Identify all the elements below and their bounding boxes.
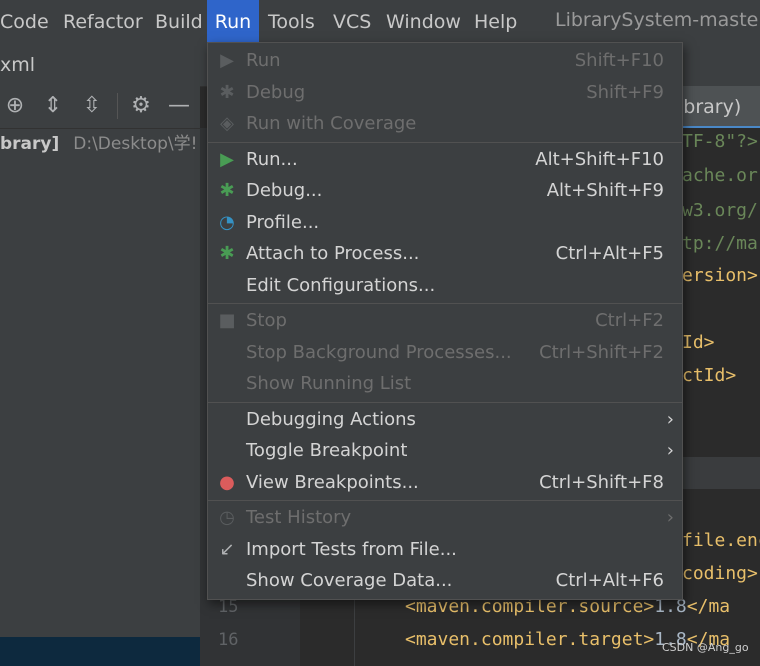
menu-item-shortcut: Ctrl+Alt+F5 bbox=[555, 243, 664, 264]
history-icon: ◷ bbox=[219, 507, 235, 528]
menu-separator bbox=[208, 141, 682, 143]
code-line[interactable]: TF-8"?> bbox=[682, 126, 758, 158]
menu-item-debug[interactable]: ✱ Debug... Alt+Shift+F9 bbox=[208, 175, 682, 207]
project-path: D:\Desktop\学! bbox=[73, 134, 198, 154]
run-icon: ▶ bbox=[220, 50, 234, 71]
menu-item-debugging-actions[interactable]: Debugging Actions › bbox=[208, 404, 682, 436]
menu-item-toggle-breakpoint[interactable]: Toggle Breakpoint › bbox=[208, 435, 682, 467]
line-number-16: 16 bbox=[218, 630, 239, 650]
menu-item-shortcut: Shift+F10 bbox=[574, 50, 664, 71]
code-line[interactable]: ersion> bbox=[682, 260, 758, 292]
menu-item-run[interactable]: ▶ Run... Alt+Shift+F10 bbox=[208, 144, 682, 176]
menu-item-debug: ✱ Debug Shift+F9 bbox=[208, 77, 682, 109]
menu-window[interactable]: Window bbox=[386, 0, 461, 44]
menu-help[interactable]: Help bbox=[474, 0, 517, 44]
menu-item-label: Import Tests from File... bbox=[246, 538, 457, 560]
menu-item-label: Attach to Process... bbox=[246, 243, 420, 264]
run-icon: ▶ bbox=[220, 148, 234, 170]
menu-item-label: Toggle Breakpoint bbox=[246, 440, 408, 461]
menu-separator bbox=[208, 303, 682, 304]
menu-item-label: Test History bbox=[246, 507, 352, 528]
locate-icon[interactable]: ⊕ bbox=[2, 93, 28, 119]
code-line[interactable]: coding> bbox=[682, 558, 758, 590]
chevron-right-icon: › bbox=[666, 507, 674, 528]
code-line[interactable]: file.enc bbox=[682, 525, 760, 557]
menu-item-import-tests-from-file[interactable]: ↙ Import Tests from File... bbox=[208, 534, 682, 566]
menu-build[interactable]: Build bbox=[155, 0, 203, 44]
profile-icon: ◔ bbox=[219, 211, 235, 233]
status-panel bbox=[0, 637, 200, 666]
menu-item-label: Show Running List bbox=[246, 373, 412, 394]
menu-item-label: Stop Background Processes... bbox=[246, 341, 512, 363]
menu-item-show-coverage-data[interactable]: Show Coverage Data... Ctrl+Alt+F6 bbox=[208, 565, 682, 597]
menu-tools[interactable]: Tools bbox=[268, 0, 315, 44]
menu-item-shortcut: Ctrl+Shift+F8 bbox=[539, 471, 664, 493]
menu-run[interactable]: Run bbox=[207, 0, 259, 44]
debug-icon: ✱ bbox=[219, 81, 235, 103]
watermark: CSDN @Ang_go bbox=[662, 641, 749, 654]
project-file-tab[interactable]: xml bbox=[0, 44, 35, 86]
menu-item-shortcut: Alt+Shift+F10 bbox=[535, 148, 664, 170]
menu-item-label: View Breakpoints... bbox=[246, 471, 419, 493]
menu-item-edit-configurations[interactable]: Edit Configurations... bbox=[208, 270, 682, 302]
line-number-15: 15 bbox=[218, 597, 239, 617]
collapse-all-icon[interactable]: ⇳ bbox=[79, 93, 105, 119]
menu-item-run: ▶ Run Shift+F10 bbox=[208, 45, 682, 77]
menu-item-label: Run with Coverage bbox=[246, 113, 417, 134]
menu-refactor[interactable]: Refactor bbox=[63, 0, 143, 44]
menu-vcs[interactable]: VCS bbox=[333, 0, 371, 44]
menu-item-test-history: ◷ Test History › bbox=[208, 502, 682, 534]
toolbar-divider bbox=[117, 93, 118, 119]
code-line[interactable]: tp://ma bbox=[682, 228, 758, 260]
breakpoints-icon: ● bbox=[219, 471, 235, 493]
folded-region bbox=[676, 457, 760, 489]
menu-item-show-running-list: Show Running List bbox=[208, 368, 682, 400]
menu-item-label: Edit Configurations... bbox=[246, 274, 436, 296]
debug-icon: ✱ bbox=[219, 180, 235, 201]
menu-item-label: Debug bbox=[246, 81, 306, 103]
menu-item-label: Run... bbox=[246, 148, 298, 170]
menu-item-label: Debugging Actions bbox=[246, 408, 416, 430]
menu-item-profile[interactable]: ◔ Profile... bbox=[208, 207, 682, 239]
menu-item-shortcut: Shift+F9 bbox=[586, 81, 664, 103]
expand-all-icon[interactable]: ⇕ bbox=[40, 93, 66, 119]
gear-icon[interactable]: ⚙ bbox=[128, 93, 154, 119]
code-line[interactable]: ctId> bbox=[682, 360, 736, 392]
run-menu: ▶ Run Shift+F10 ✱ Debug Shift+F9 ◈ Run with Cov… bbox=[207, 42, 683, 600]
menu-item-stop: ■ Stop Ctrl+F2 bbox=[208, 305, 682, 337]
menu-separator bbox=[208, 401, 682, 403]
attach-icon: ✱ bbox=[219, 243, 235, 264]
menu-item-attach-to-process[interactable]: ✱ Attach to Process... Ctrl+Alt+F5 bbox=[208, 238, 682, 270]
menu-item-label: Show Coverage Data... bbox=[246, 570, 453, 591]
code-line[interactable]: Id> bbox=[682, 327, 715, 359]
menu-item-stop-background-processes: Stop Background Processes... Ctrl+Shift+F… bbox=[208, 337, 682, 369]
stop-icon: ■ bbox=[218, 310, 236, 331]
menu-item-view-breakpoints[interactable]: ● View Breakpoints... Ctrl+Shift+F8 bbox=[208, 467, 682, 499]
coverage-icon: ◈ bbox=[220, 113, 234, 134]
editor-tab[interactable]: ibrary) bbox=[676, 86, 760, 128]
menu-code[interactable]: Code bbox=[0, 0, 49, 44]
menu-item-shortcut: Ctrl+Alt+F6 bbox=[555, 570, 664, 591]
menu-item-label: Debug... bbox=[246, 180, 323, 201]
menu-item-label: Run bbox=[246, 50, 281, 71]
chevron-right-icon: › bbox=[666, 440, 674, 461]
import-icon: ↙ bbox=[219, 538, 235, 560]
chevron-right-icon: › bbox=[666, 408, 674, 430]
menu-item-label: Profile... bbox=[246, 211, 320, 233]
menu-item-shortcut: Ctrl+Shift+F2 bbox=[539, 341, 664, 363]
project-panel bbox=[0, 86, 200, 666]
menu-item-run-with-coverage: ◈ Run with Coverage bbox=[208, 108, 682, 140]
menu-separator bbox=[208, 500, 682, 501]
menu-item-label: Stop bbox=[246, 310, 287, 331]
window-title: LibrarySystem-master - bbox=[555, 9, 760, 31]
project-name: brary] bbox=[0, 134, 60, 154]
code-line[interactable]: ache.or bbox=[682, 160, 758, 192]
minimize-icon[interactable]: — bbox=[166, 93, 192, 119]
menu-item-shortcut: Alt+Shift+F9 bbox=[546, 180, 664, 201]
project-tree-root[interactable]: brary] D:\Desktop\学! bbox=[0, 131, 197, 157]
menu-item-shortcut: Ctrl+F2 bbox=[595, 310, 664, 331]
code-line[interactable]: w3.org/ bbox=[682, 195, 758, 227]
